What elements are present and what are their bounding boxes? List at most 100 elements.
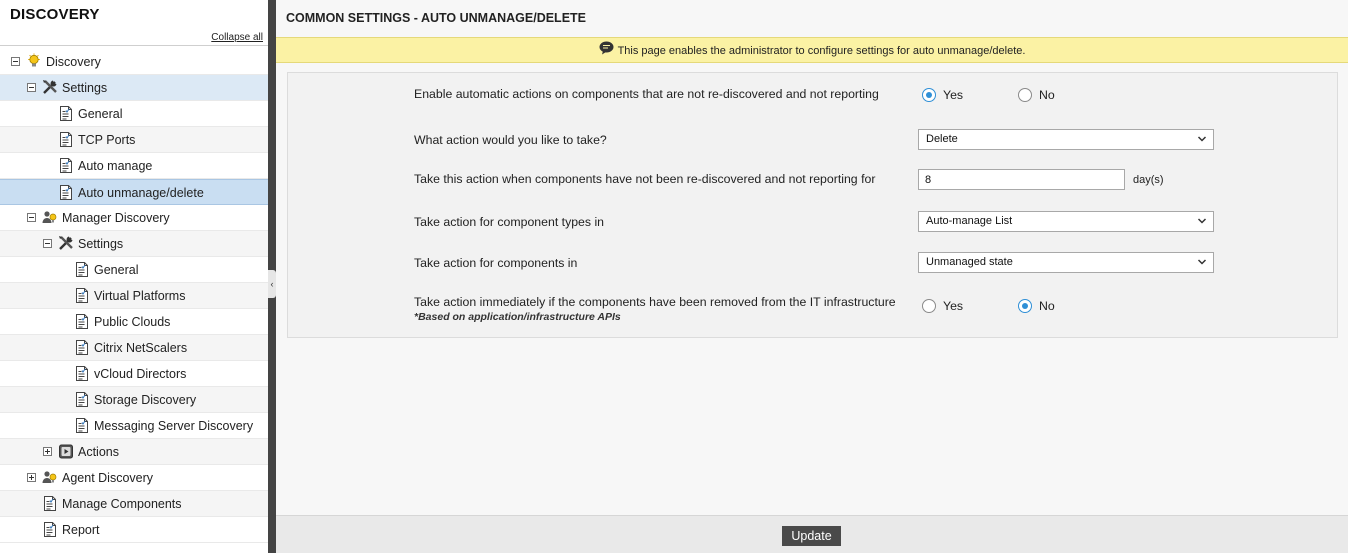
radio-label: No <box>1039 88 1055 102</box>
speech-bubble-icon <box>599 41 614 55</box>
tools-icon <box>41 78 59 96</box>
settings-form: Enable automatic actions on components t… <box>287 72 1338 338</box>
tree-item-label: Messaging Server Discovery <box>94 419 254 433</box>
panel-splitter[interactable]: ‹ <box>268 0 276 553</box>
radio-selected-icon[interactable] <box>922 88 936 102</box>
document-icon <box>74 391 90 408</box>
days-threshold-input[interactable] <box>918 169 1125 190</box>
days-unit: day(s) <box>1133 174 1164 186</box>
tree-item-label: Citrix NetScalers <box>94 341 188 355</box>
sidebar-divider <box>0 45 268 46</box>
users-bulb-icon <box>41 469 59 486</box>
collapse-toggle-icon[interactable] <box>43 239 52 248</box>
tree-item-label: Storage Discovery <box>94 393 197 407</box>
tree-item-agent-discovery[interactable]: Agent Discovery <box>0 465 268 491</box>
tree-item-auto-manage[interactable]: Auto manage <box>0 153 268 179</box>
page-title: COMMON SETTINGS - AUTO UNMANAGE/DELETE <box>286 11 586 25</box>
main-content: COMMON SETTINGS - AUTO UNMANAGE/DELETE T… <box>276 0 1348 553</box>
collapse-toggle-icon[interactable] <box>11 57 20 66</box>
sidebar: DISCOVERY Collapse all Discovery Setting… <box>0 0 268 553</box>
document-icon <box>74 287 90 304</box>
radio-label: Yes <box>943 88 964 102</box>
radio-selected-icon[interactable] <box>1018 299 1032 313</box>
chevron-down-icon <box>1197 216 1207 226</box>
tree-item-general[interactable]: General <box>0 101 268 127</box>
tree-item-label: Manager Discovery <box>62 211 170 225</box>
tree-item-label: Manage Components <box>62 497 182 511</box>
collapse-toggle-icon[interactable] <box>27 213 36 222</box>
tree-item-label: General <box>78 107 123 121</box>
tree-item-actions[interactable]: Actions <box>0 439 268 465</box>
document-icon <box>74 417 90 434</box>
tree-item-manager-general[interactable]: General <box>0 257 268 283</box>
action-icon <box>58 443 74 460</box>
tree-item-tcp-ports[interactable]: TCP Ports <box>0 127 268 153</box>
document-icon <box>42 495 58 512</box>
tree-item-label: Public Clouds <box>94 315 171 329</box>
tree-item-storage-discovery[interactable]: Storage Discovery <box>0 387 268 413</box>
info-text: This page enables the administrator to c… <box>617 45 1026 57</box>
document-icon <box>58 131 74 148</box>
removed-components-no[interactable]: No <box>1018 299 1055 313</box>
component-types-select[interactable]: Auto-manage List <box>918 211 1214 232</box>
tree-item-label: General <box>94 263 139 277</box>
tree-item-citrix-netscalers[interactable]: Citrix NetScalers <box>0 335 268 361</box>
enable-auto-actions-label: Enable automatic actions on components t… <box>414 87 879 101</box>
removed-components-yes[interactable]: Yes <box>922 299 963 313</box>
document-icon <box>74 313 90 330</box>
enable-auto-actions-no[interactable]: No <box>1018 88 1055 102</box>
tree-item-label: Auto manage <box>78 159 153 173</box>
tree-item-manage-components[interactable]: Manage Components <box>0 491 268 517</box>
radio-label: Yes <box>943 299 964 313</box>
radio-label: No <box>1039 299 1055 313</box>
days-threshold-label: Take this action when components have no… <box>414 172 876 186</box>
tree-item-label: Actions <box>78 445 119 459</box>
document-icon <box>74 339 90 356</box>
collapse-toggle-icon[interactable] <box>27 83 36 92</box>
document-icon <box>74 365 90 382</box>
tree-item-label: Agent Discovery <box>62 471 154 485</box>
apis-note: *Based on application/infrastructure API… <box>414 311 621 323</box>
tree-item-report[interactable]: Report <box>0 517 268 543</box>
enable-auto-actions-yes[interactable]: Yes <box>922 88 963 102</box>
tree-item-label: Settings <box>78 237 124 251</box>
tree-item-messaging-server-discovery[interactable]: Messaging Server Discovery <box>0 413 268 439</box>
collapse-all-link[interactable]: Collapse all <box>211 32 263 43</box>
tree-item-settings[interactable]: Settings <box>0 75 268 101</box>
select-value: Delete <box>926 133 958 145</box>
navigation-tree: Discovery Settings General TCP Ports Aut… <box>0 49 268 543</box>
tree-item-discovery[interactable]: Discovery <box>0 49 268 75</box>
radio-unselected-icon[interactable] <box>922 299 936 313</box>
document-icon <box>42 521 58 538</box>
component-state-label: Take action for components in <box>414 256 578 270</box>
tree-item-virtual-platforms[interactable]: Virtual Platforms <box>0 283 268 309</box>
removed-components-label: Take action immediately if the component… <box>414 295 896 309</box>
expand-toggle-icon[interactable] <box>27 473 36 482</box>
component-types-label: Take action for component types in <box>414 215 605 229</box>
tree-item-manager-settings[interactable]: Settings <box>0 231 268 257</box>
chevron-down-icon <box>1197 257 1207 267</box>
component-state-select[interactable]: Unmanaged state <box>918 252 1214 273</box>
document-icon <box>74 261 90 278</box>
tree-item-vcloud-directors[interactable]: vCloud Directors <box>0 361 268 387</box>
lightbulb-icon <box>26 53 42 70</box>
tree-item-manager-discovery[interactable]: Manager Discovery <box>0 205 268 231</box>
collapse-sidebar-handle[interactable]: ‹ <box>268 270 276 298</box>
document-icon <box>58 105 74 122</box>
action-select[interactable]: Delete <box>918 129 1214 150</box>
users-bulb-icon <box>41 209 59 226</box>
tree-item-auto-unmanage-delete[interactable]: Auto unmanage/delete <box>0 179 268 205</box>
radio-unselected-icon[interactable] <box>1018 88 1032 102</box>
tree-item-label: Report <box>62 523 100 537</box>
expand-toggle-icon[interactable] <box>43 447 52 456</box>
document-icon <box>58 184 74 201</box>
action-select-label: What action would you like to take? <box>414 133 607 147</box>
tools-icon <box>57 234 75 252</box>
sidebar-title: DISCOVERY <box>10 6 100 23</box>
update-button[interactable]: Update <box>782 526 841 546</box>
tree-item-label: Auto unmanage/delete <box>78 186 204 200</box>
tree-item-label: Discovery <box>46 55 101 69</box>
tree-item-label: TCP Ports <box>78 133 136 147</box>
info-banner: This page enables the administrator to c… <box>276 37 1348 63</box>
tree-item-public-clouds[interactable]: Public Clouds <box>0 309 268 335</box>
